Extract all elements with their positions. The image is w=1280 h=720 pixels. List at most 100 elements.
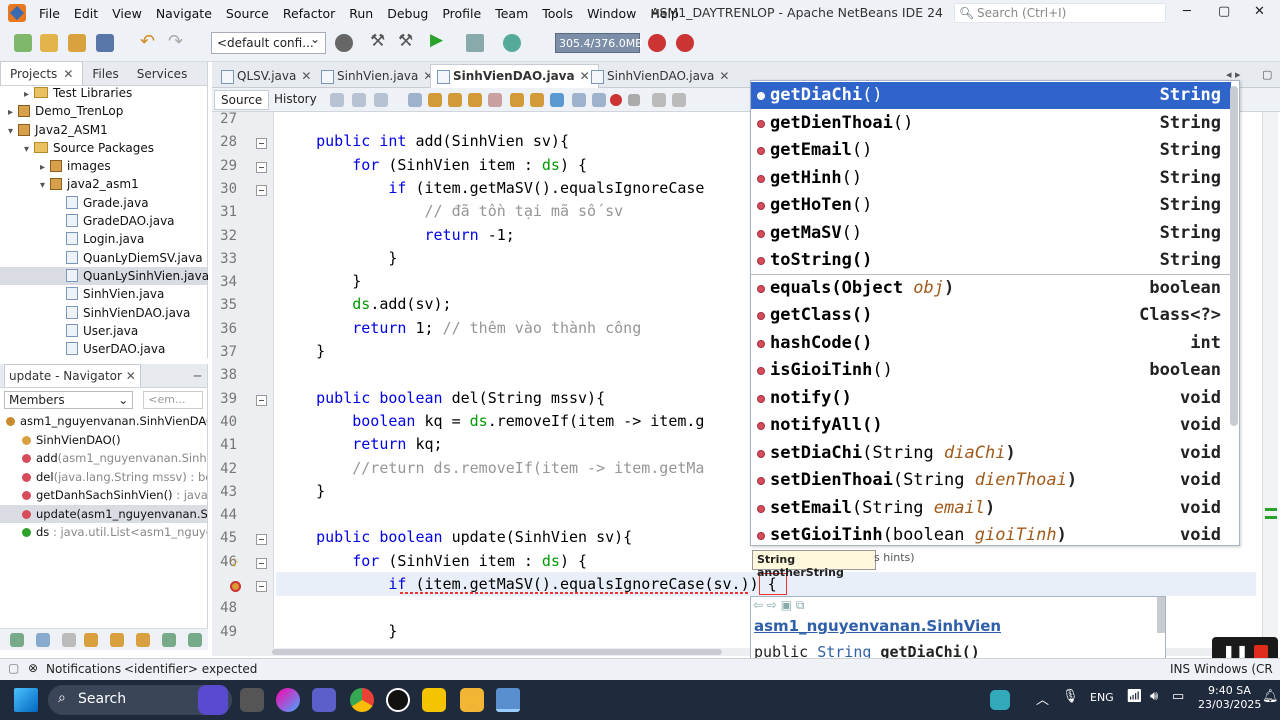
sort-name-icon[interactable] bbox=[136, 633, 150, 647]
prev-bookmark-icon[interactable] bbox=[510, 93, 524, 107]
task-view-icon[interactable] bbox=[240, 688, 264, 712]
navigator-item[interactable]: update(asm1_nguyenvanan.Sinh bbox=[0, 504, 207, 523]
volume-icon[interactable]: 🔊︎ bbox=[1150, 689, 1158, 704]
menu-team[interactable]: Team bbox=[488, 6, 535, 21]
toggle-highlight-icon[interactable] bbox=[488, 93, 502, 107]
menu-profile[interactable]: Profile bbox=[435, 6, 488, 21]
tree-item[interactable]: ▸ images bbox=[0, 157, 207, 175]
tree-item[interactable]: ▾ java2_asm1 bbox=[0, 175, 207, 193]
tree-item[interactable]: GradeDAO.java bbox=[0, 212, 207, 230]
menu-window[interactable]: Window bbox=[580, 6, 643, 21]
notifications-link[interactable]: Notifications bbox=[46, 662, 121, 676]
menu-view[interactable]: View bbox=[105, 6, 149, 21]
filter2-select[interactable]: <em... bbox=[143, 391, 203, 409]
tree-item[interactable]: User.java bbox=[0, 322, 207, 340]
completion-item[interactable]: setDiaChi(String diaChi) void bbox=[751, 440, 1231, 467]
editor-tab[interactable]: QLSV.java ✕ bbox=[214, 64, 320, 88]
back-icon[interactable] bbox=[352, 93, 366, 107]
toggle-bookmark-icon[interactable] bbox=[550, 93, 564, 107]
clock-time[interactable]: 9:40 SA bbox=[1208, 684, 1251, 697]
location-app-icon[interactable] bbox=[386, 688, 410, 712]
notifications-icon[interactable]: ⊗ bbox=[28, 661, 38, 675]
fold-icon[interactable] bbox=[256, 184, 267, 196]
tray-app-icon[interactable] bbox=[990, 690, 1010, 710]
minimize-button[interactable]: ─ bbox=[1183, 4, 1191, 19]
hint-bulb-icon[interactable]: 💡︎ bbox=[230, 556, 238, 571]
completion-item[interactable]: getEmail() String bbox=[751, 137, 1231, 164]
completion-item[interactable]: getDiaChi() String bbox=[751, 82, 1231, 110]
tree-item[interactable]: ▾ Java2_ASM1 bbox=[0, 121, 207, 139]
completion-item[interactable]: getHoTen() String bbox=[751, 192, 1231, 219]
fold-icon[interactable] bbox=[256, 138, 267, 150]
tab-history[interactable]: History bbox=[268, 90, 323, 110]
fold-icon[interactable] bbox=[256, 394, 267, 406]
new-project-icon[interactable] bbox=[40, 34, 58, 52]
menu-run[interactable]: Run bbox=[342, 6, 380, 21]
navigator-item[interactable]: del(java.lang.String mssv) : bool bbox=[0, 468, 207, 487]
profile-gc-icon[interactable] bbox=[676, 34, 694, 52]
navigator-item[interactable]: asm1_nguyenvanan.SinhVienDAO : bbox=[0, 412, 207, 431]
completion-item[interactable]: notify() void bbox=[751, 385, 1231, 412]
filter-nonpublic-icon[interactable] bbox=[62, 633, 76, 647]
tree-item[interactable]: ▸ Demo_TrenLop bbox=[0, 102, 207, 120]
copilot-icon[interactable] bbox=[276, 688, 300, 712]
menu-navigate[interactable]: Navigate bbox=[149, 6, 219, 21]
maximize-editor-icon[interactable]: ▢ bbox=[1262, 68, 1272, 81]
battery-icon[interactable]: ▭ bbox=[1172, 689, 1184, 704]
close-icon[interactable]: ✕ bbox=[63, 67, 73, 81]
navigator-item[interactable]: getDanhSachSinhVien() : java.uti bbox=[0, 486, 207, 505]
completion-item[interactable]: hashCode() int bbox=[751, 330, 1231, 357]
close-button[interactable]: ✕ bbox=[1254, 4, 1265, 19]
completion-item[interactable]: setEmail(String email) void bbox=[751, 495, 1231, 522]
debug-icon[interactable] bbox=[466, 34, 484, 52]
stripe-mark[interactable] bbox=[1265, 508, 1277, 511]
find-prev-icon[interactable] bbox=[428, 93, 442, 107]
completion-scrollbar[interactable] bbox=[1230, 86, 1238, 426]
error-icon[interactable] bbox=[230, 581, 241, 592]
file-explorer-icon[interactable] bbox=[460, 688, 484, 712]
clean-build-icon[interactable]: ⚒ bbox=[398, 31, 416, 51]
completion-item[interactable]: getClass() Class<?> bbox=[751, 302, 1231, 329]
stripe-mark[interactable] bbox=[1265, 516, 1277, 519]
maximize-button[interactable]: ▢ bbox=[1218, 4, 1230, 19]
completion-item[interactable]: equals(Object obj) boolean bbox=[751, 275, 1231, 302]
completion-item[interactable]: getMaSV() String bbox=[751, 220, 1231, 247]
clock-date[interactable]: 23/03/2025 bbox=[1198, 698, 1261, 711]
microphone-icon[interactable]: 🎙︎ bbox=[1062, 689, 1079, 704]
shift-left-icon[interactable] bbox=[572, 93, 586, 107]
shift-right-icon[interactable] bbox=[592, 93, 606, 107]
close-icon[interactable]: ✕ bbox=[301, 69, 311, 83]
uncomment-icon[interactable] bbox=[672, 93, 686, 107]
config-select[interactable]: <default confi... bbox=[211, 32, 326, 54]
tree-item[interactable]: UserDAO.java bbox=[0, 340, 207, 358]
completion-item[interactable]: toString() String bbox=[751, 247, 1231, 274]
expanded-icon[interactable]: ▾ bbox=[24, 141, 34, 159]
undo-icon[interactable]: ↶ bbox=[140, 31, 158, 52]
fold-icon[interactable] bbox=[256, 534, 267, 546]
doc-nav-icons[interactable]: ⇦ ⇨ ▣ ⧉ bbox=[753, 598, 804, 613]
next-bookmark-icon[interactable] bbox=[530, 93, 544, 107]
notification-bell-icon[interactable]: 🔔︎ bbox=[1262, 689, 1279, 704]
new-file-icon[interactable] bbox=[14, 34, 32, 52]
tab-source[interactable]: Source bbox=[214, 90, 270, 110]
filter-static-icon[interactable] bbox=[36, 633, 50, 647]
tab-projects[interactable]: Projects ✕ bbox=[0, 61, 84, 85]
record-macro-icon[interactable] bbox=[610, 94, 622, 106]
navigator-item[interactable]: SinhVienDAO() bbox=[0, 431, 207, 450]
tray-chevron-icon[interactable]: ︿ bbox=[1036, 689, 1049, 708]
teams-icon[interactable] bbox=[312, 688, 336, 712]
stop-record-icon[interactable] bbox=[1254, 645, 1268, 659]
menu-tools[interactable]: Tools bbox=[535, 6, 580, 21]
tree-item[interactable]: QuanLyDiemSV.java bbox=[0, 249, 207, 267]
search-input[interactable]: 🔍︎ Search (Ctrl+I) bbox=[954, 3, 1166, 23]
close-icon[interactable]: ✕ bbox=[719, 69, 729, 83]
filter-fields-icon[interactable] bbox=[10, 633, 24, 647]
collapsed-icon[interactable]: ▸ bbox=[40, 159, 50, 177]
completion-item[interactable]: setGioiTinh(boolean gioiTinh) void bbox=[751, 522, 1231, 545]
netbeans-taskbar-icon[interactable] bbox=[496, 688, 520, 712]
fold-icon[interactable] bbox=[256, 581, 267, 592]
find-selection-icon[interactable] bbox=[468, 93, 482, 107]
tree-item[interactable]: QuanLySinhVien.java bbox=[0, 266, 209, 286]
editor-tab[interactable]: SinhVienDAO.java ✕ bbox=[430, 64, 599, 88]
menu-refactor[interactable]: Refactor bbox=[276, 6, 342, 21]
